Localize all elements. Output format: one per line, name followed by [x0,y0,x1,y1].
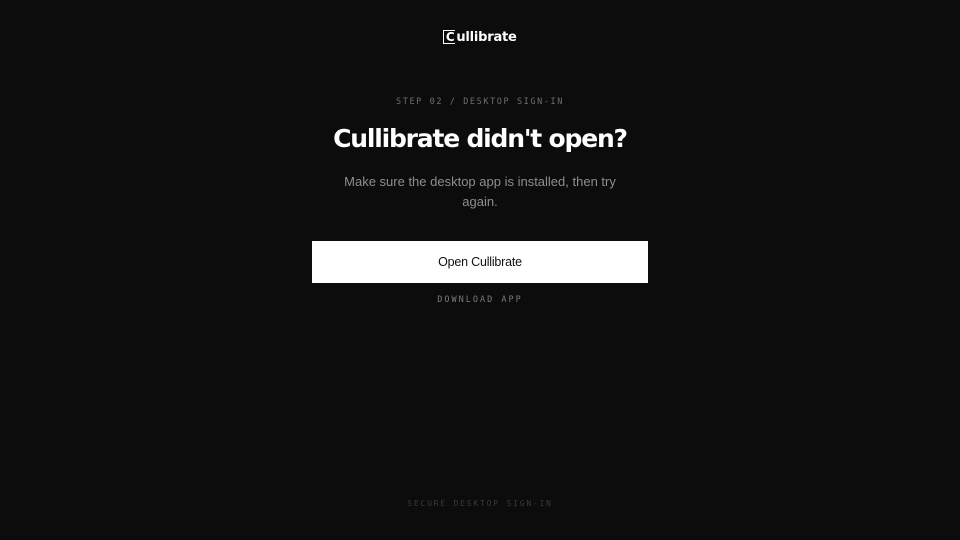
footer-note: SECURE DESKTOP SIGN-IN [407,499,553,508]
page-subtitle: Make sure the desktop app is installed, … [344,174,616,209]
brand-logo-text: ullibrate [456,29,517,45]
open-app-button[interactable]: Open Cullibrate [312,241,648,283]
page-title: Cullibrate didn't open? [333,124,628,153]
desktop-signin-page: C ullibrate STEP 02 / DESKTOP SIGN-IN Cu… [0,0,960,540]
brand-logo-lockup: C ullibrate [443,29,517,45]
download-app-link[interactable]: DOWNLOAD APP [0,295,960,305]
brand-logo-mark: C [443,30,456,44]
step-label: STEP 02 / DESKTOP SIGN-IN [396,97,564,107]
brand-logo: C ullibrate [0,28,960,46]
